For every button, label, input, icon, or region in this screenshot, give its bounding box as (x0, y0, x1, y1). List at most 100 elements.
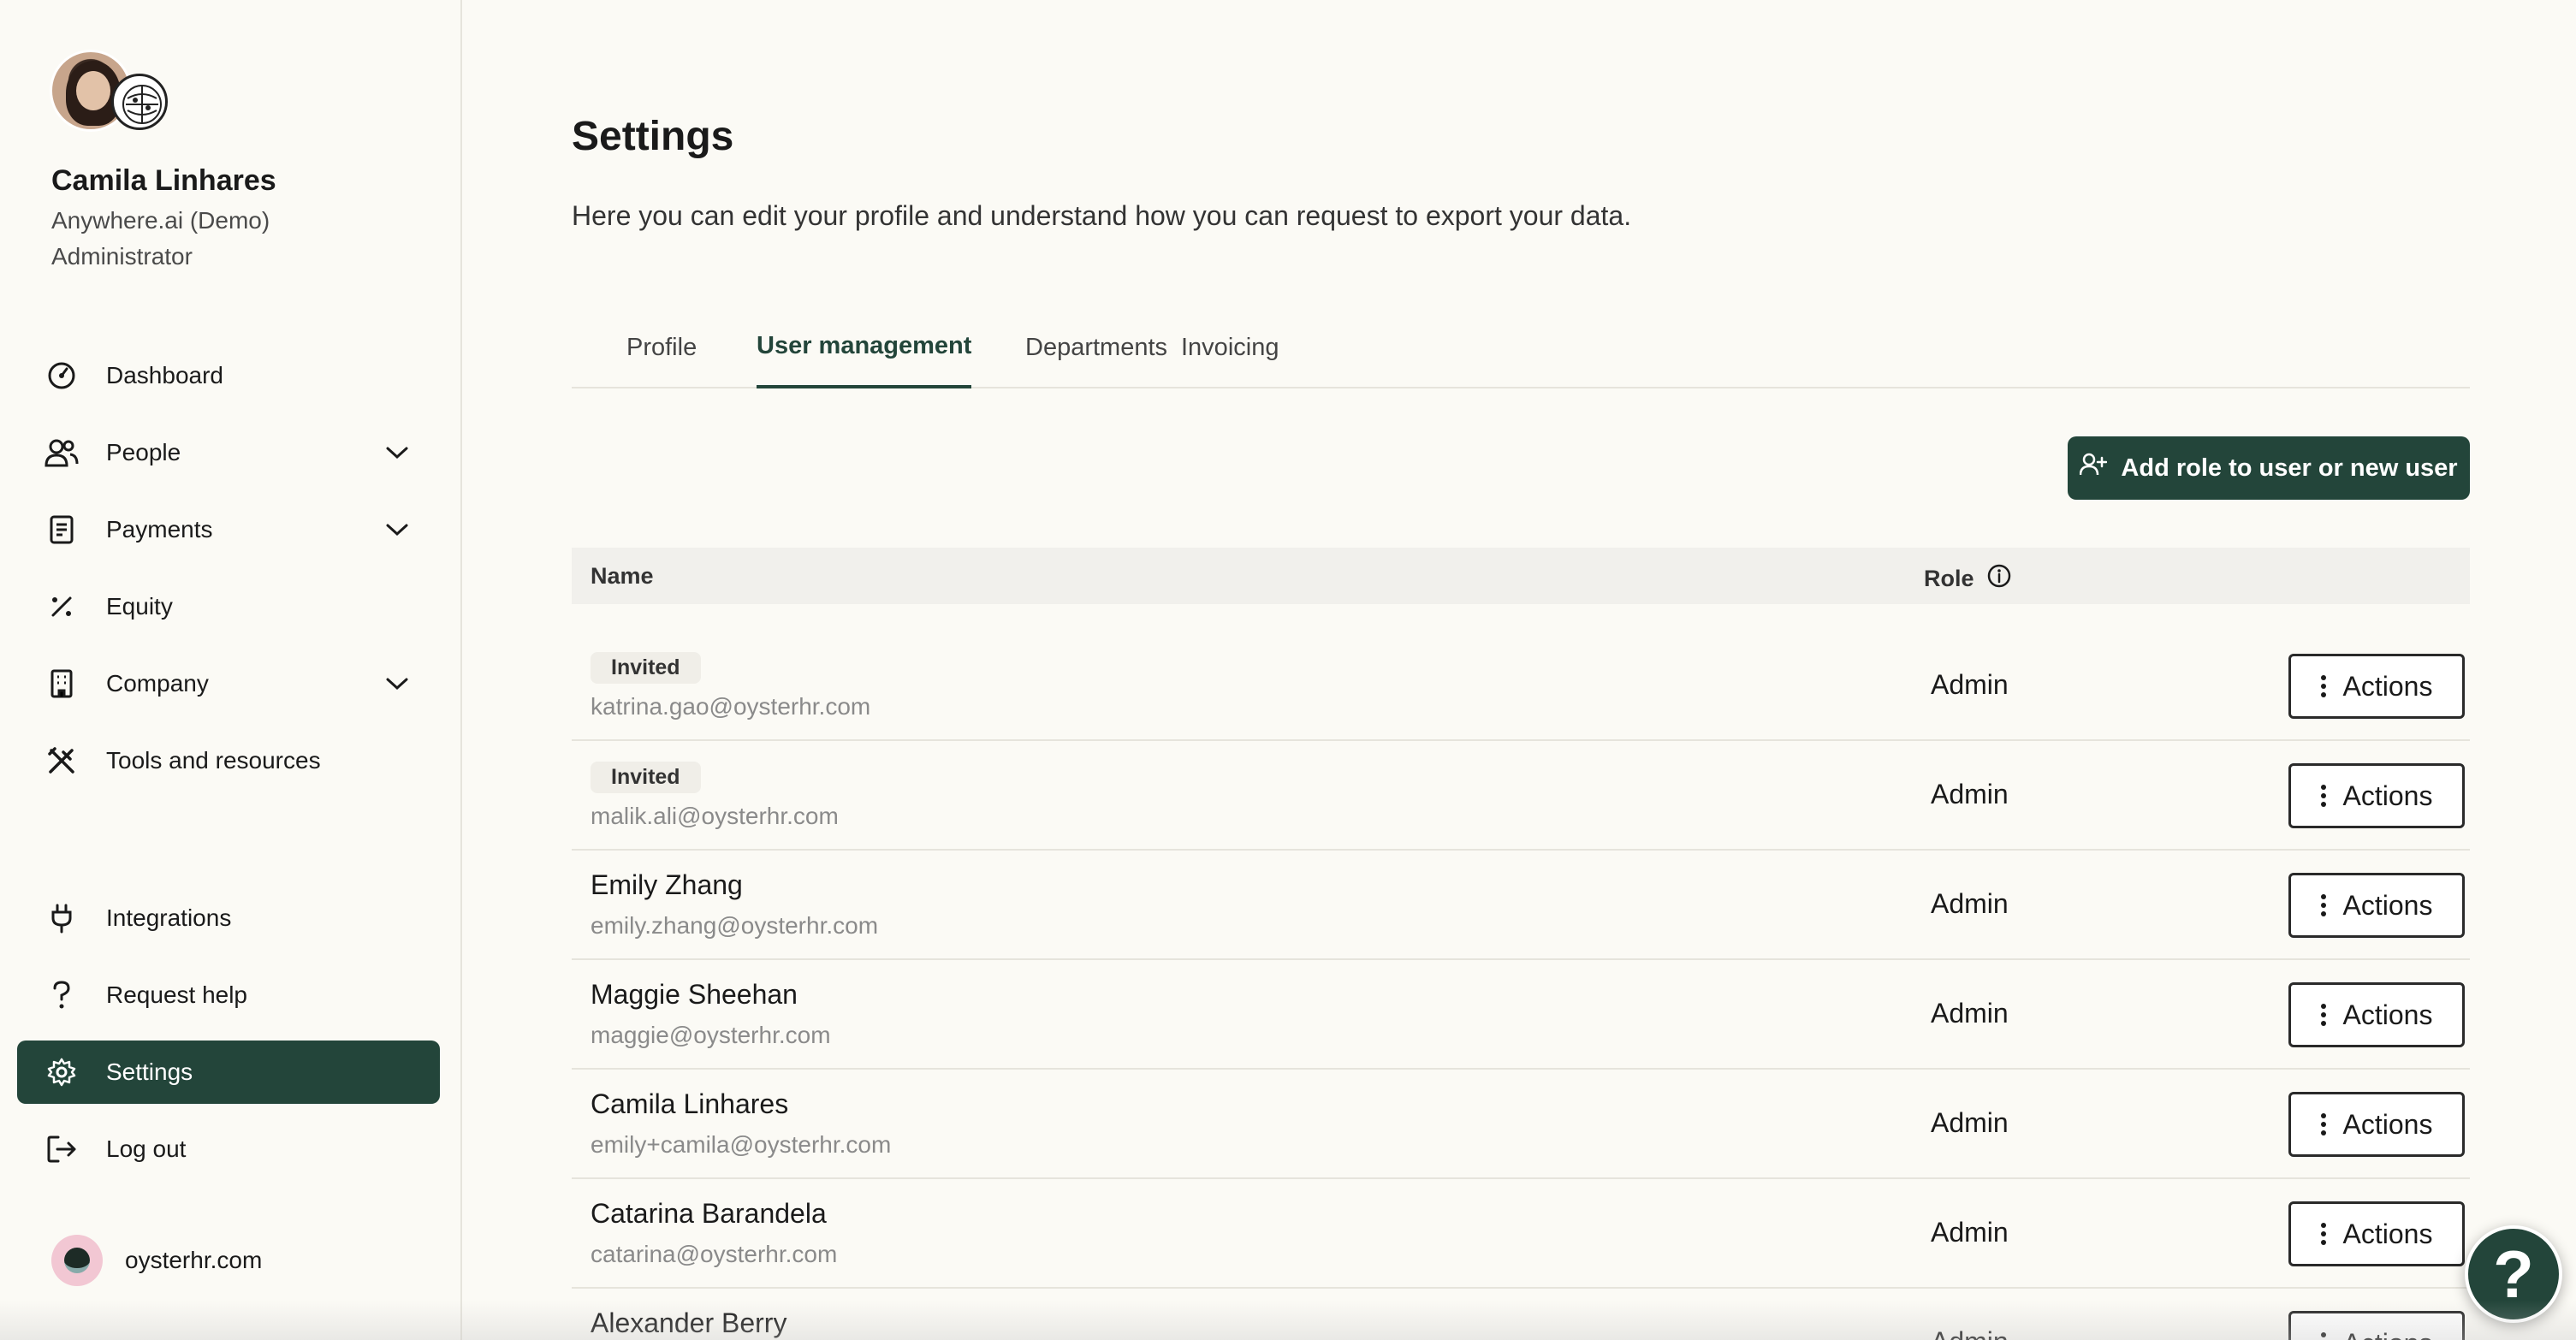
user-row-name: Maggie Sheehan (591, 979, 798, 1010)
row-actions-label: Actions (2342, 999, 2433, 1030)
table-row: Invited malik.ali@oysterhr.com Admin Actio… (572, 741, 2470, 851)
sidebar-item-log-out[interactable]: Log out (17, 1118, 440, 1181)
user-row-name: Alexander Berry (591, 1307, 787, 1338)
row-actions-button[interactable]: Actions (2288, 1311, 2465, 1340)
more-vertical-icon (2320, 1004, 2326, 1026)
user-row-role: Admin (1931, 779, 2009, 809)
people-icon (45, 436, 79, 470)
tab-departments[interactable]: Departments (1025, 306, 1167, 388)
user-name: Camila Linhares (51, 164, 276, 197)
avatar-group[interactable] (50, 50, 169, 135)
table-row: Invited katrina.gao@oysterhr.com Admin Act… (572, 631, 2470, 741)
user-org: Anywhere.ai (Demo) (51, 207, 270, 234)
equity-icon (45, 590, 79, 624)
org-logo-icon (111, 74, 168, 130)
gear-icon (45, 1055, 79, 1089)
settings-tabs: Profile User management Departments Invo… (572, 306, 2470, 388)
row-actions-label: Actions (2342, 889, 2433, 921)
sidebar-item-label: Payments (106, 516, 213, 543)
user-row-role: Admin (1931, 998, 2009, 1029)
tab-invoicing[interactable]: Invoicing (1181, 306, 1279, 388)
row-actions-button[interactable]: Actions (2288, 1092, 2465, 1157)
page-title: Settings (572, 114, 734, 159)
sidebar-item-label: Settings (106, 1058, 193, 1085)
main-content: Settings Here you can edit your profile … (462, 0, 2576, 1340)
avatar-face (76, 71, 110, 110)
org-avatar (51, 1235, 103, 1286)
info-icon[interactable] (1986, 563, 2012, 595)
chevron-down-icon[interactable] (380, 513, 414, 547)
user-row-role: Admin (1931, 888, 2009, 919)
sidebar-item-payments[interactable]: Payments (17, 498, 440, 561)
company-icon (45, 667, 79, 701)
user-row-role: Admin (1931, 1217, 2009, 1248)
row-actions-button[interactable]: Actions (2288, 982, 2465, 1047)
user-row-name: Catarina Barandela (591, 1198, 827, 1229)
sidebar-item-company[interactable]: Company (17, 652, 440, 715)
payments-icon (45, 513, 79, 547)
table-row: Camila Linhares emily+camila@oysterhr.com… (572, 1070, 2470, 1179)
table-row: Alexander Berry Admin Actions (572, 1289, 2470, 1340)
org-switcher-label: oysterhr.com (125, 1247, 263, 1273)
row-actions-label: Actions (2342, 670, 2433, 702)
add-user-icon (2080, 453, 2108, 483)
more-vertical-icon (2320, 1113, 2326, 1135)
row-actions-label: Actions (2342, 780, 2433, 811)
chevron-down-icon[interactable] (380, 436, 414, 470)
sidebar-item-tools-and-resources[interactable]: Tools and resources (17, 729, 440, 792)
dashboard-icon (45, 359, 79, 393)
user-row-email: catarina@oysterhr.com (591, 1241, 838, 1267)
tools-icon (45, 744, 79, 778)
org-switcher[interactable]: oysterhr.com (51, 1235, 262, 1286)
row-actions-button[interactable]: Actions (2288, 763, 2465, 828)
help-button[interactable]: ? (2465, 1225, 2562, 1323)
sidebar-item-request-help[interactable]: Request help (17, 963, 440, 1027)
row-actions-label: Actions (2343, 1328, 2433, 1340)
sidebar-item-equity[interactable]: Equity (17, 575, 440, 638)
column-header-role-label: Role (1924, 566, 1974, 591)
sidebar-item-label: Request help (106, 981, 248, 1008)
sidebar-item-settings[interactable]: Settings (17, 1041, 440, 1104)
column-header-name: Name (591, 563, 654, 589)
user-row-email: emily+camila@oysterhr.com (591, 1131, 892, 1158)
table-header: Name Role (572, 548, 2470, 604)
user-row-name: Emily Zhang (591, 869, 743, 900)
user-row-email: katrina.gao@oysterhr.com (591, 693, 871, 720)
user-row-email: malik.ali@oysterhr.com (591, 803, 839, 829)
sidebar-item-label: Integrations (106, 904, 232, 931)
table-row: Catarina Barandela catarina@oysterhr.com A… (572, 1179, 2470, 1289)
tab-profile[interactable]: Profile (626, 306, 697, 388)
plug-icon (45, 901, 79, 935)
more-vertical-icon (2320, 1223, 2326, 1245)
status-badge: Invited (591, 762, 701, 793)
row-actions-button[interactable]: Actions (2288, 1201, 2465, 1266)
logout-icon (45, 1132, 79, 1166)
row-actions-label: Actions (2342, 1108, 2433, 1140)
user-row-role: Admin (1931, 1107, 2009, 1138)
sidebar-item-dashboard[interactable]: Dashboard (17, 344, 440, 407)
user-row-email: maggie@oysterhr.com (591, 1022, 831, 1048)
add-role-button[interactable]: Add role to user or new user (2068, 436, 2470, 500)
question-icon (45, 978, 79, 1012)
sidebar-item-label: Tools and resources (106, 747, 321, 774)
table-row: Maggie Sheehan maggie@oysterhr.com Admin A… (572, 960, 2470, 1070)
sidebar: Camila Linhares Anywhere.ai (Demo) Admin… (0, 0, 462, 1340)
sidebar-item-label: Dashboard (106, 362, 223, 388)
more-vertical-icon (2320, 785, 2326, 807)
add-role-button-label: Add role to user or new user (2121, 454, 2458, 482)
chevron-down-icon[interactable] (380, 667, 414, 701)
user-row-email: emily.zhang@oysterhr.com (591, 912, 879, 939)
row-actions-button[interactable]: Actions (2288, 654, 2465, 719)
status-badge: Invited (591, 652, 701, 684)
sidebar-item-integrations[interactable]: Integrations (17, 886, 440, 950)
sidebar-item-people[interactable]: People (17, 421, 440, 484)
user-row-name: Camila Linhares (591, 1088, 789, 1119)
user-role: Administrator (51, 243, 193, 270)
row-actions-button[interactable]: Actions (2288, 873, 2465, 938)
row-actions-label: Actions (2342, 1218, 2433, 1249)
tab-user-management[interactable]: User management (757, 306, 972, 388)
user-row-role: Admin (1931, 1326, 2009, 1340)
page-description: Here you can edit your profile and under… (572, 200, 1632, 231)
more-vertical-icon (2320, 1332, 2326, 1340)
user-row-role: Admin (1931, 669, 2009, 700)
